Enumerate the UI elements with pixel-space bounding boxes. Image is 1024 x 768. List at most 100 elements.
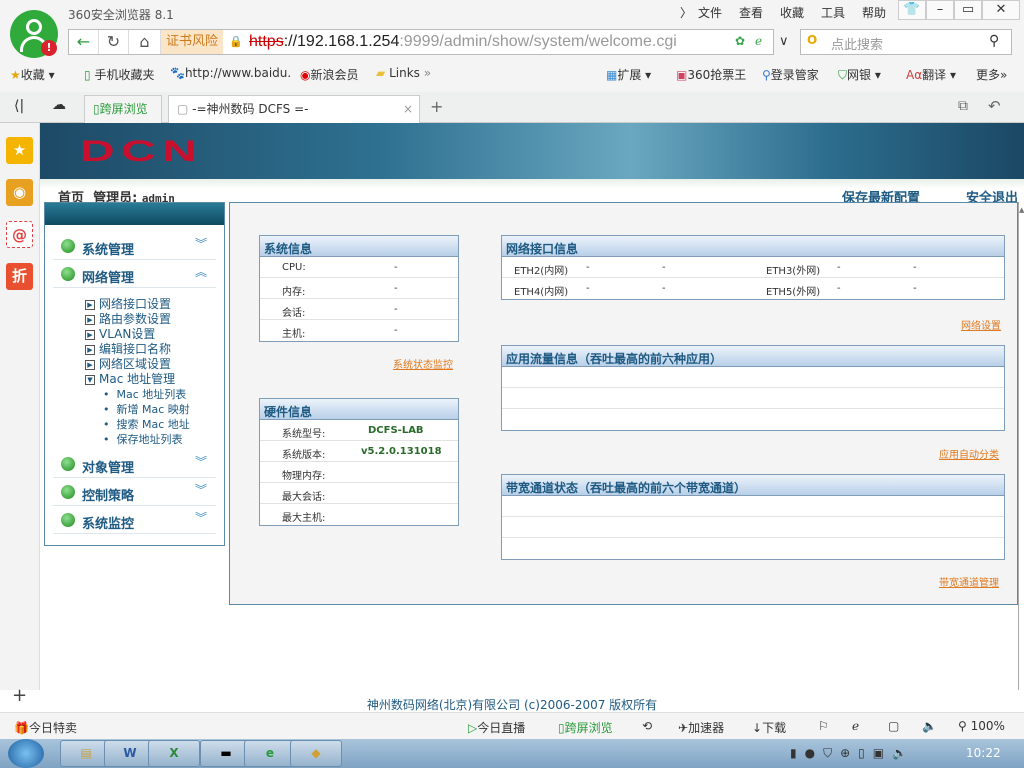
- compat-icon[interactable]: ✿: [735, 34, 745, 48]
- zoom-level: 100%: [970, 719, 1005, 733]
- row-label: 系统版本:: [282, 450, 326, 461]
- group-label: 对象管理: [82, 461, 135, 476]
- flag-icon[interactable]: ⚐: [818, 719, 829, 733]
- bookmark-favorites[interactable]: ★收藏 ▾: [10, 66, 55, 83]
- menu-file[interactable]: 文件: [698, 4, 722, 21]
- bookmarks-bar: ★收藏 ▾ ▯ 手机收藏夹 🐾http://www.baidu. ◉新浪会员 ▰…: [0, 62, 1024, 88]
- weibo-icon[interactable]: ◉: [6, 179, 33, 206]
- system-info-panel: 系统信息 CPU: - 内存: - 会话: - 主机: -: [259, 235, 459, 342]
- phone-icon: ▯: [84, 68, 91, 82]
- interface-row: ETH4(内网) - - ETH5(外网) - -: [502, 278, 1004, 299]
- app-task[interactable]: ◆: [290, 740, 342, 767]
- url-input[interactable]: https://192.168.1.254:9999/admin/show/sy…: [249, 33, 677, 51]
- bookmark-links[interactable]: ▰ Links »: [376, 66, 431, 80]
- ie-icon[interactable]: ℯ: [852, 719, 859, 733]
- close-tab-icon[interactable]: ×: [403, 96, 413, 122]
- cloud-icon[interactable]: ☁: [52, 97, 66, 113]
- minimize-button[interactable]: –: [926, 0, 954, 20]
- ext-login[interactable]: ⚲登录管家: [762, 66, 819, 83]
- window-icon[interactable]: ▢: [888, 719, 899, 733]
- chevron-up-icon: ︽: [195, 265, 208, 279]
- excel-task[interactable]: X: [148, 740, 200, 767]
- menu-group-monitor[interactable]: 系统监控 ︾: [53, 507, 216, 534]
- bookmark-sina[interactable]: ◉新浪会员: [300, 66, 359, 83]
- download-button[interactable]: ↓下载: [752, 719, 786, 736]
- ext-label: 网银: [847, 68, 872, 82]
- zoom-icon: ⚲: [958, 719, 967, 733]
- network-settings-link[interactable]: 网络设置: [961, 317, 1001, 332]
- daily-deal[interactable]: 🎁今日特卖: [14, 719, 77, 736]
- cross-screen-button[interactable]: ▯跨屏浏览: [558, 719, 613, 736]
- item-label: 路由参数设置: [99, 312, 172, 326]
- empty-row: [502, 367, 1004, 388]
- system-monitor-link[interactable]: 系统状态监控: [393, 356, 453, 371]
- scrollbar[interactable]: ▲: [1018, 202, 1024, 690]
- browser-task[interactable]: e: [244, 740, 296, 767]
- ext-more[interactable]: 更多»: [976, 66, 1007, 83]
- search-engine-icon[interactable]: O: [807, 33, 817, 47]
- undo-close-icon[interactable]: ↶: [988, 97, 1001, 115]
- item-label: 新增 Mac 映射: [116, 403, 190, 416]
- clock[interactable]: 10:22: [966, 746, 1001, 760]
- menu-tools[interactable]: 工具: [821, 4, 845, 21]
- chevron-icon[interactable]: 〉: [680, 4, 692, 21]
- zoom-control[interactable]: ⚲ 100%: [958, 719, 1005, 733]
- discount-icon[interactable]: 折: [6, 263, 33, 290]
- item-label: VLAN设置: [99, 327, 156, 341]
- maximize-button[interactable]: ▭: [954, 0, 982, 20]
- accelerator-button[interactable]: ✈加速器: [678, 719, 724, 736]
- search-icon[interactable]: ⚲: [989, 33, 999, 49]
- favorites-star-icon[interactable]: ★: [6, 137, 33, 164]
- ext-translate[interactable]: Aα翻译 ▾: [906, 66, 956, 83]
- menu-group-system[interactable]: 系统管理 ︾: [53, 233, 216, 260]
- live-button[interactable]: ▷今日直播: [468, 719, 525, 736]
- grid-icon: ▦: [606, 68, 618, 82]
- tab-list-icon[interactable]: ⧉: [958, 98, 968, 114]
- search-input[interactable]: 点此搜索: [831, 34, 883, 53]
- menu-help[interactable]: 帮助: [862, 4, 886, 21]
- refresh-icon[interactable]: ↻: [99, 30, 129, 54]
- ext-bank[interactable]: ⛉网银 ▾: [838, 66, 881, 83]
- menu-item-mac-save[interactable]: • 保存地址列表: [103, 431, 182, 447]
- mail-icon[interactable]: @: [6, 221, 33, 248]
- menu-view[interactable]: 查看: [739, 4, 763, 21]
- bandwidth-manage-link[interactable]: 带宽通道管理: [939, 574, 999, 589]
- iface-value: -: [586, 283, 590, 294]
- tab-cross-screen[interactable]: ▯跨屏浏览: [84, 95, 162, 123]
- cert-warning[interactable]: 证书风险: [161, 30, 223, 54]
- menu-item-mac[interactable]: ▼ Mac 地址管理: [85, 370, 175, 387]
- app-classify-link[interactable]: 应用自动分类: [939, 446, 999, 461]
- ext-tickets[interactable]: ▣360抢票王: [676, 66, 746, 83]
- tab-active[interactable]: ▢ -=神州数码 DCFS =- ×: [168, 95, 420, 123]
- new-tab-button[interactable]: +: [430, 97, 443, 116]
- bookmark-mobile[interactable]: ▯ 手机收藏夹: [84, 66, 154, 83]
- tray-icons[interactable]: ▮●⛉⊕▯▣🔈: [790, 746, 915, 761]
- dropdown-icon[interactable]: ∨: [779, 34, 789, 49]
- close-button[interactable]: ✕: [982, 0, 1020, 20]
- back-icon[interactable]: ←: [69, 30, 99, 54]
- sound-icon[interactable]: 🔈: [922, 719, 937, 733]
- menu-item-mac-add[interactable]: • 新增 Mac 映射: [103, 401, 190, 417]
- home-icon[interactable]: ⌂: [129, 30, 161, 54]
- chevron-down-icon: ︾: [195, 511, 208, 525]
- menu-item-mac-search[interactable]: • 搜索 Mac 地址: [103, 416, 190, 432]
- history-icon[interactable]: ⟲: [642, 719, 652, 733]
- collapse-icon: ▼: [85, 374, 95, 385]
- admin-page: 首页 管理员: admin 保存最新配置 安全退出 系统管理 ︾ 网络管理 ︽ ▶ 网…: [40, 179, 1024, 690]
- menu-group-network[interactable]: 网络管理 ︽: [53, 261, 216, 288]
- skin-button[interactable]: 👕: [898, 0, 926, 20]
- start-button[interactable]: [8, 739, 44, 768]
- menu-item-mac-list[interactable]: • Mac 地址列表: [103, 386, 186, 402]
- ie-mode-icon[interactable]: ℯ: [755, 34, 762, 48]
- bookmark-baidu[interactable]: 🐾http://www.baidu.: [170, 66, 291, 80]
- row-label: 会话:: [282, 308, 306, 319]
- sidebar-toggle-icon[interactable]: ⟨|: [14, 98, 24, 114]
- search-box[interactable]: O 点此搜索 ⚲: [800, 29, 1012, 55]
- menu-group-object[interactable]: 对象管理 ︾: [53, 451, 216, 478]
- play-icon: ▷: [468, 721, 478, 735]
- ext-extend[interactable]: ▦扩展 ▾: [606, 66, 651, 83]
- menu-favorites[interactable]: 收藏: [780, 4, 804, 21]
- menu-group-policy[interactable]: 控制策略 ︾: [53, 479, 216, 506]
- address-bar[interactable]: ← ↻ ⌂ 证书风险 🔒 https://192.168.1.254:9999/…: [68, 29, 774, 55]
- browser-logo[interactable]: !: [10, 10, 58, 58]
